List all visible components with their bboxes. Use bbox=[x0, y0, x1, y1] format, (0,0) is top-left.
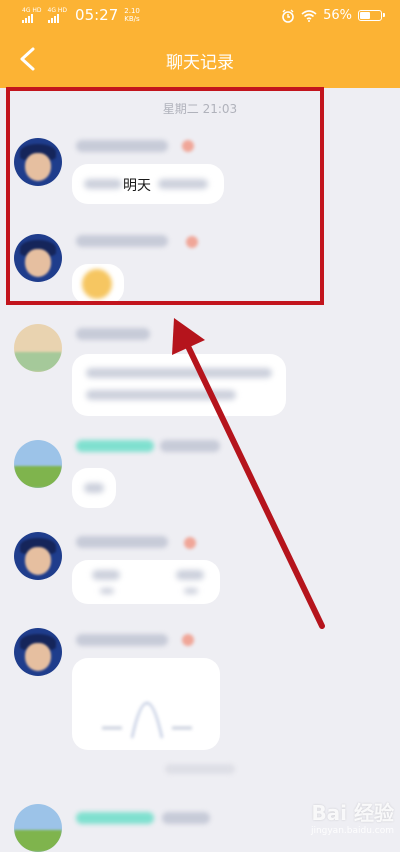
alarm-icon bbox=[282, 9, 294, 23]
message-bubble[interactable] bbox=[72, 354, 286, 416]
status-time: 05:27 bbox=[75, 6, 119, 24]
nav-bar: 聊天记录 bbox=[0, 32, 400, 88]
network-speed: 2.10 KB/s bbox=[124, 7, 140, 23]
wifi-icon bbox=[301, 9, 317, 22]
battery-icon bbox=[358, 10, 385, 21]
battery-percent: 56% bbox=[323, 8, 352, 23]
sender-name bbox=[76, 440, 154, 452]
chart-preview-icon bbox=[102, 702, 192, 739]
watermark: Bai 经验 jingyan.baidu.com bbox=[310, 801, 394, 836]
avatar[interactable] bbox=[14, 532, 62, 580]
sim2-signal-icon: 4G HD bbox=[47, 7, 67, 23]
sender-name bbox=[76, 812, 154, 824]
avatar[interactable] bbox=[14, 628, 62, 676]
message-bubble[interactable] bbox=[72, 560, 220, 604]
sender-name bbox=[76, 328, 150, 340]
badge-icon bbox=[182, 634, 194, 646]
message-bubble[interactable] bbox=[72, 658, 220, 750]
sim1-signal-icon: 4G HD bbox=[22, 7, 42, 23]
sender-name bbox=[76, 536, 168, 548]
page-title: 聊天记录 bbox=[166, 53, 234, 73]
avatar[interactable] bbox=[14, 804, 62, 852]
avatar[interactable] bbox=[14, 324, 62, 372]
message-bubble[interactable] bbox=[72, 468, 116, 508]
sender-name bbox=[76, 634, 168, 646]
avatar[interactable] bbox=[14, 440, 62, 488]
status-bar: 4G HD 4G HD 05:27 2.10 KB/s 56% bbox=[0, 0, 400, 32]
badge-icon bbox=[184, 537, 196, 549]
highlight-box bbox=[6, 87, 324, 305]
